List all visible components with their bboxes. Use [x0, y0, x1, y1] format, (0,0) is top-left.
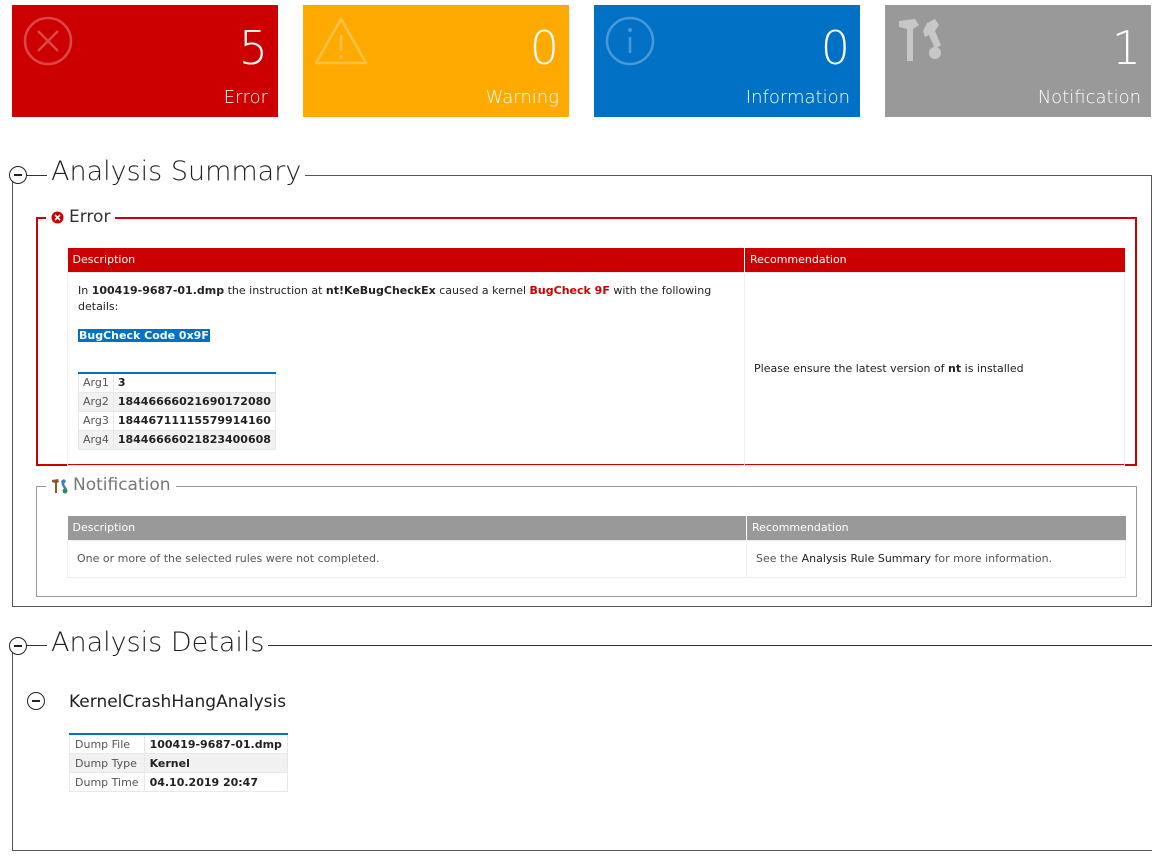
error-group-legend: Error — [46, 207, 116, 227]
arg-row: Arg2 18446666021690172080 — [78, 391, 276, 412]
module-name: nt — [948, 362, 962, 375]
analysis-summary-title: Analysis Summary — [47, 158, 306, 185]
error-circle-icon — [23, 16, 73, 66]
notification-recommendation-cell: See the Analysis Rule Summary for more i… — [746, 539, 1126, 578]
collapse-details-icon[interactable] — [9, 637, 27, 655]
faulting-symbol: nt!KeBugCheckEx — [325, 283, 436, 297]
notification-count: 1 — [1111, 21, 1141, 75]
analysis-details-title: Analysis Details — [47, 629, 269, 656]
notification-col-recommendation: Recommendation — [746, 516, 1126, 540]
warning-count-tile[interactable]: 0 Warning — [303, 5, 569, 117]
error-legend-text: Error — [69, 207, 111, 227]
bugcheck-args-table: Arg1 3 Arg2 18446666021690172080 Arg3 18… — [78, 371, 276, 450]
notification-col-description: Description — [67, 516, 747, 540]
notification-label: Notification — [1037, 87, 1141, 108]
warning-count: 0 — [529, 21, 559, 75]
analysis-name: KernelCrashHangAnalysis — [69, 692, 287, 712]
arg-row: Arg3 18446711115579914160 — [78, 410, 276, 431]
error-description-cell: In 100419-9687-01.dmp the instruction at… — [67, 271, 745, 466]
dump-info-row: Dump Time 04.10.2019 20:47 — [69, 772, 288, 792]
notification-table: Description Recommendation One or more o… — [67, 516, 1126, 578]
bugcheck-code[interactable]: BugCheck Code 0x9F — [78, 328, 210, 342]
information-label: Information — [745, 87, 850, 108]
error-description-text: In 100419-9687-01.dmp the instruction at… — [78, 283, 712, 313]
dump-info-row: Dump Type Kernel — [69, 753, 288, 773]
error-x-icon — [51, 211, 64, 224]
collapse-summary-icon[interactable] — [9, 166, 27, 184]
error-count: 5 — [238, 21, 268, 75]
information-count-tile[interactable]: 0 Information — [594, 5, 860, 117]
dump-info-row: Dump File 100419-9687-01.dmp — [69, 733, 288, 754]
collapse-analysis-icon[interactable] — [27, 692, 45, 710]
information-count: 0 — [820, 21, 850, 75]
error-table: Description Recommendation In 100419-968… — [67, 248, 1125, 466]
error-label: Error — [223, 87, 268, 108]
dump-file-name: 100419-9687-01.dmp — [91, 283, 225, 297]
warning-label: Warning — [485, 87, 559, 108]
error-col-description: Description — [67, 248, 745, 272]
bugcheck-label: BugCheck 9F — [529, 283, 610, 297]
error-count-tile[interactable]: 5 Error — [12, 5, 278, 117]
information-circle-icon — [605, 16, 655, 66]
error-col-recommendation: Recommendation — [744, 248, 1125, 272]
error-recommendation-cell: Please ensure the latest version of nt i… — [744, 271, 1125, 466]
summary-connector-line — [27, 175, 47, 176]
dump-info-table: Dump File 100419-9687-01.dmp Dump Type K… — [69, 733, 288, 792]
arg-row: Arg4 18446666021823400608 — [78, 429, 276, 450]
arg-row: Arg1 3 — [78, 372, 276, 393]
notification-legend-text: Notification — [73, 475, 171, 495]
analysis-rule-summary-link[interactable]: Analysis Rule Summary — [802, 552, 931, 565]
notification-tools-icon — [52, 478, 68, 493]
notification-group-legend: Notification — [46, 477, 176, 494]
warning-triangle-icon — [314, 17, 368, 65]
tools-icon — [899, 19, 941, 61]
notification-count-tile[interactable]: 1 Notification — [885, 5, 1151, 117]
notification-description-cell: One or more of the selected rules were n… — [67, 539, 747, 578]
